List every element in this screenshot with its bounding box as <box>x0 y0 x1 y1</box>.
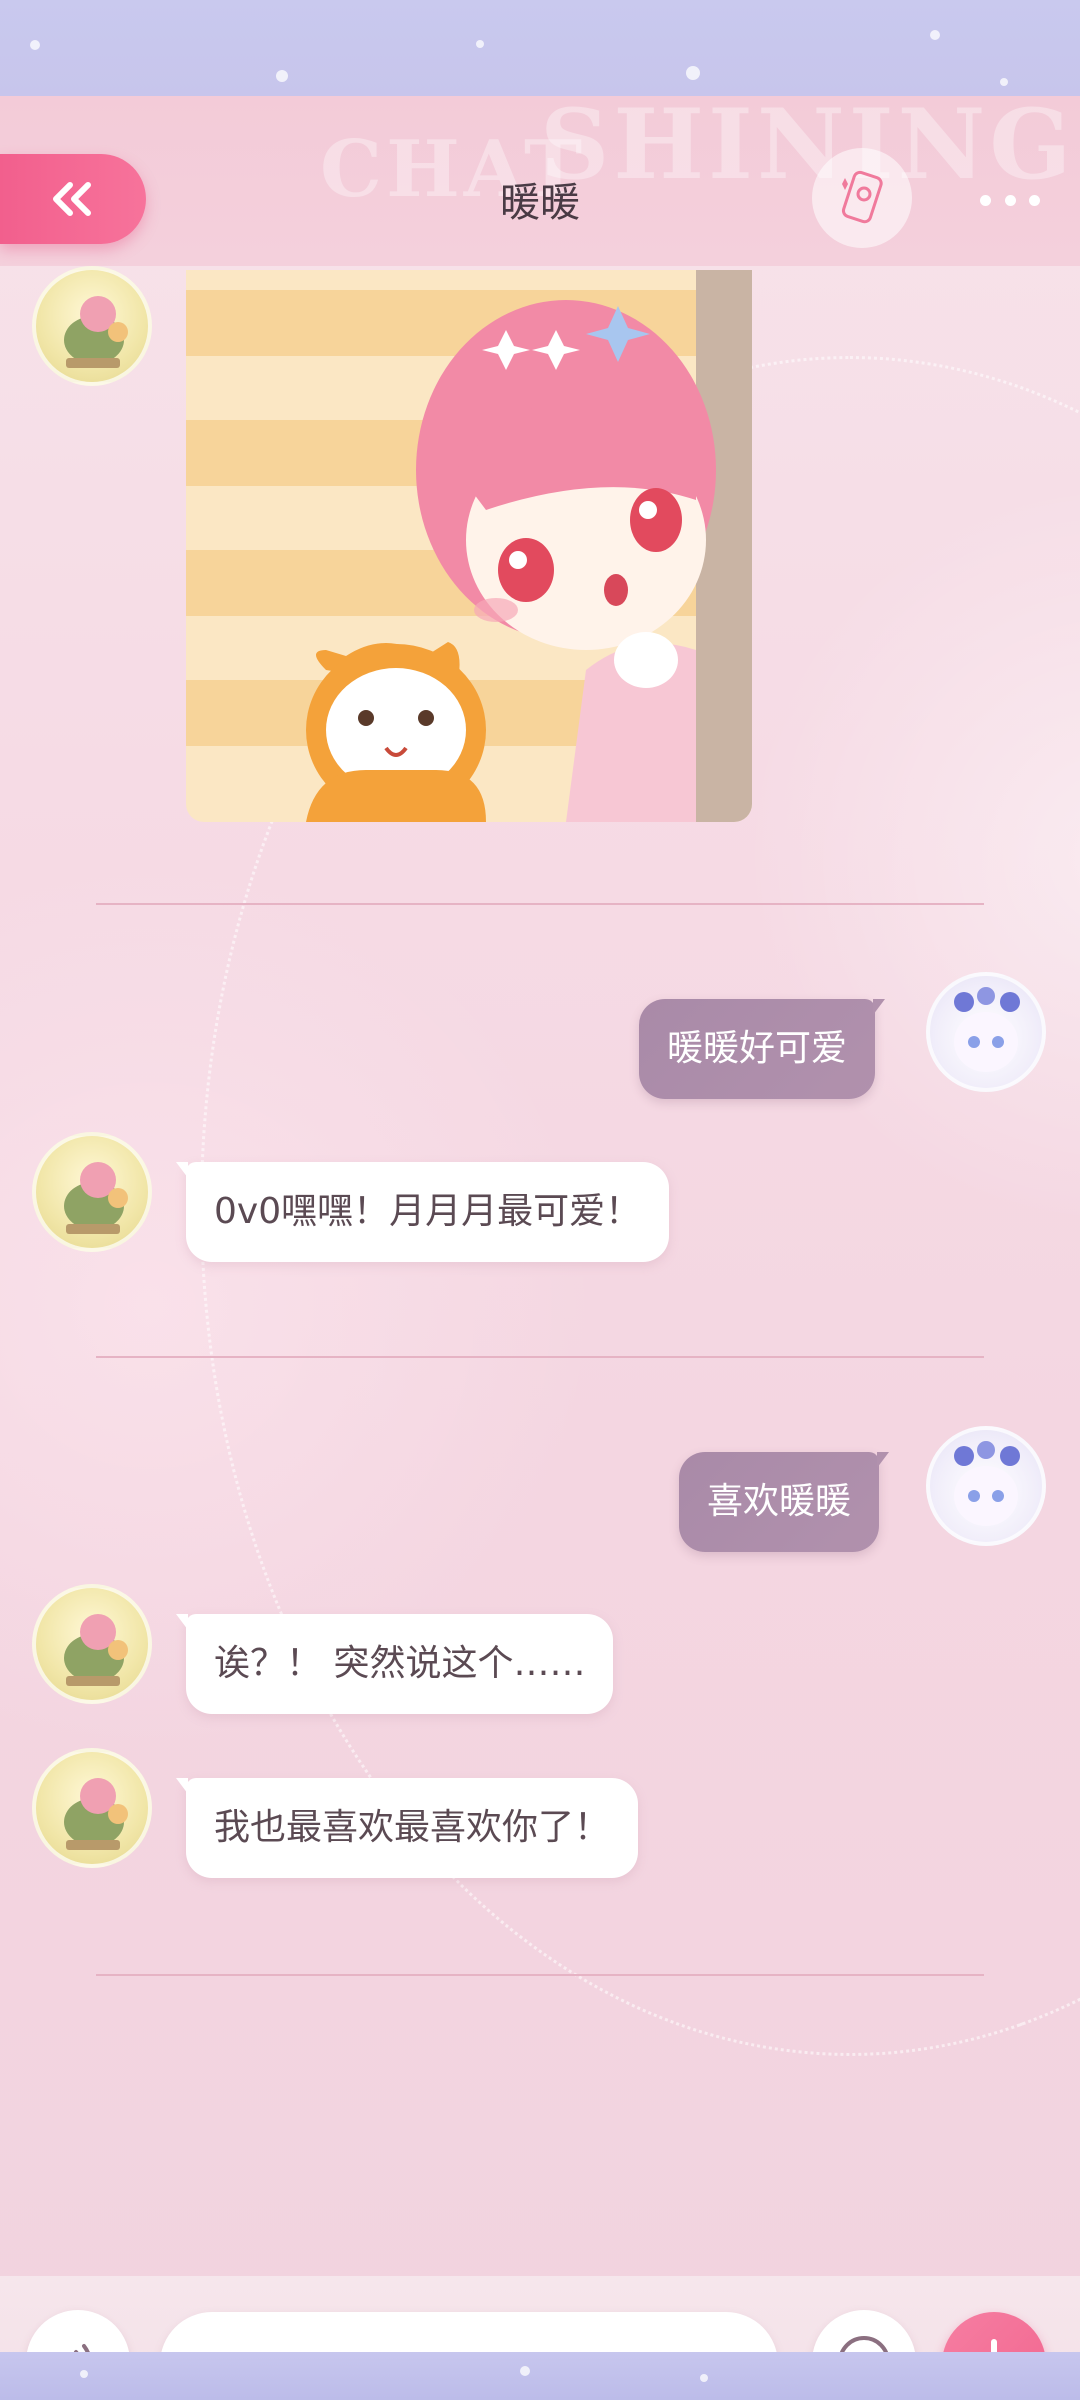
sparkle <box>700 2374 708 2382</box>
bottom-frame <box>0 2352 1080 2400</box>
more-dots-icon <box>1004 194 1016 206</box>
sparkle <box>686 66 700 80</box>
call-card-button[interactable] <box>812 148 912 248</box>
message-input-bar <box>0 2276 1080 2352</box>
message-divider <box>96 1356 984 1358</box>
sparkle <box>476 40 484 48</box>
chat-header: CHAT SHINING 暖暖 <box>0 96 1080 266</box>
chat-screen: CHAT SHINING 暖暖 暖暖好可爱 0v0嘿嘿！月月月最可爱！ 喜欢暖暖… <box>0 96 1080 2352</box>
message-divider <box>96 903 984 905</box>
avatar-nuannuan[interactable] <box>32 1584 152 1704</box>
sparkle <box>1000 78 1008 86</box>
avatar-nuannuan[interactable] <box>32 266 152 386</box>
sparkle <box>520 2366 530 2376</box>
chat-image-message[interactable] <box>186 270 752 822</box>
nuannuan-avatar-art <box>64 1778 128 1850</box>
phone-card-icon <box>841 170 883 224</box>
emoji-wink-icon <box>840 2336 888 2352</box>
more-dots-icon <box>980 194 991 206</box>
nuannuan-avatar-art <box>64 1614 128 1686</box>
page-title: 暖暖 <box>500 180 580 226</box>
top-frame <box>0 0 1080 96</box>
self-avatar-art <box>954 987 1020 1072</box>
plus-button[interactable] <box>942 2312 1046 2352</box>
more-button[interactable] <box>980 190 1040 210</box>
outgoing-message[interactable]: 喜欢暖暖 <box>679 1452 890 1552</box>
self-avatar-art <box>954 1441 1020 1526</box>
avatar-nuannuan[interactable] <box>32 1132 152 1252</box>
chibi-girl-cat-sticker <box>186 270 752 822</box>
avatar-nuannuan[interactable] <box>32 1748 152 1868</box>
message-input[interactable] <box>160 2312 778 2352</box>
sparkle <box>930 30 940 40</box>
incoming-message[interactable]: 0v0嘿嘿！月月月最可爱！ <box>175 1162 670 1262</box>
nuannuan-avatar-art <box>64 1162 128 1234</box>
sparkle <box>80 2370 88 2378</box>
more-dots-icon <box>1029 194 1040 206</box>
avatar-self[interactable] <box>926 972 1046 1092</box>
emoji-button[interactable] <box>812 2310 916 2352</box>
outgoing-message[interactable]: 暖暖好可爱 <box>639 999 886 1099</box>
sparkle <box>276 70 288 82</box>
incoming-message[interactable]: 我也最喜欢最喜欢你了！ <box>175 1778 639 1878</box>
sparkle <box>30 40 40 50</box>
nuannuan-avatar-art <box>64 296 128 368</box>
avatar-self[interactable] <box>926 1426 1046 1546</box>
message-divider <box>96 1974 984 1976</box>
voice-icon <box>74 2344 90 2352</box>
incoming-message[interactable]: 诶？！ 突然说这个…… <box>175 1614 614 1714</box>
voice-button[interactable] <box>26 2310 130 2352</box>
plus-icon <box>991 2339 997 2352</box>
